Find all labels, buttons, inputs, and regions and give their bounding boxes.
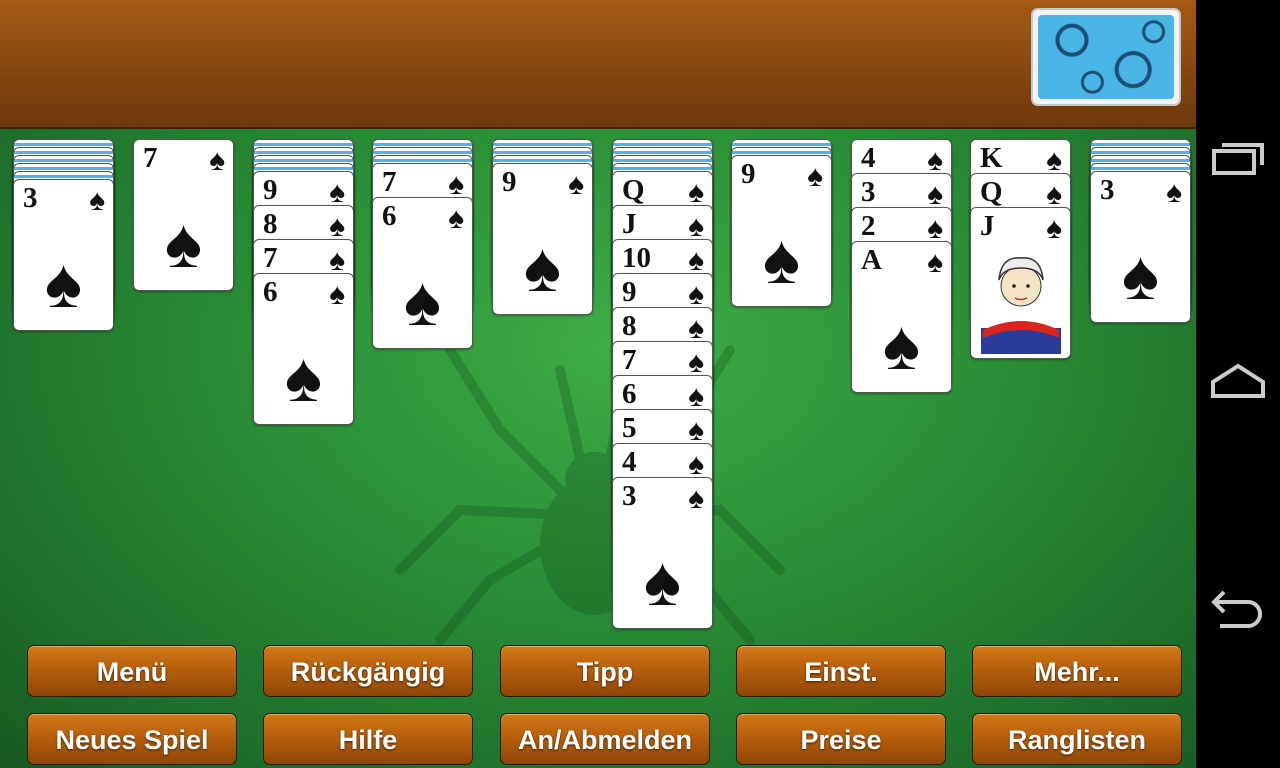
spade-icon: ♠ [688,312,704,345]
spade-icon: ♠ [448,168,464,201]
playing-card[interactable]: 6 ♠ ♠ [372,197,473,349]
spade-icon: ♠ [927,246,943,279]
spade-icon: ♠ [688,244,704,277]
spade-icon: ♠ [568,168,584,201]
spider-watermark [395,345,785,645]
game-area: 3 ♠ ♠ 7 ♠ ♠ 9 ♠ 8 ♠ 7 ♠ 6 ♠ ♠ 7 ♠ 6 ♠ ♠ 9 ♠ ♠ Q ♠ J ♠ 10 ♠ 9 ♠ 8 ♠ 7 ♠ 6 ♠ 5 ♠… [0,0,1196,768]
card-rank: K [980,142,1003,174]
spade-icon: ♠ [643,542,682,620]
spade-icon: ♠ [1121,236,1160,314]
help-button[interactable]: Hilfe [263,713,473,765]
card-rank: 3 [1100,174,1115,206]
card-rank: 9 [741,158,756,190]
spade-icon: ♠ [44,244,83,322]
spade-icon: ♠ [1046,178,1062,211]
leaderboards-button[interactable]: Ranglisten [972,713,1182,765]
spade-icon: ♠ [688,414,704,447]
back-icon[interactable] [1208,580,1268,630]
prices-button[interactable]: Preise [736,713,946,765]
spade-icon: ♠ [403,262,442,340]
spade-icon: ♠ [688,482,704,515]
spade-icon: ♠ [329,210,345,243]
card-rank: 7 [382,166,397,198]
spade-icon: ♠ [688,210,704,243]
card-rank: 6 [622,378,637,410]
spade-icon: ♠ [688,448,704,481]
stock-pile[interactable] [1031,8,1181,106]
spade-icon: ♠ [927,178,943,211]
card-rank: 2 [861,210,876,242]
card-rank: 10 [622,242,651,274]
spade-icon: ♠ [1046,144,1062,177]
card-rank: 8 [263,208,278,240]
playing-card[interactable]: 6 ♠ ♠ [253,273,354,425]
spade-icon: ♠ [1046,212,1062,245]
card-rank: 3 [622,480,637,512]
settings-button[interactable]: Einst. [736,645,946,697]
spade-icon: ♠ [762,220,801,298]
home-icon[interactable] [1208,358,1268,408]
more-button[interactable]: Mehr... [972,645,1182,697]
card-rank: J [980,210,995,242]
playing-card[interactable]: J ♠ [970,207,1071,359]
card-rank: Q [980,176,1003,208]
card-rank: 9 [263,174,278,206]
card-rank: 3 [861,176,876,208]
spade-icon: ♠ [1166,176,1182,209]
card-rank: 9 [622,276,637,308]
card-back-pattern [1038,15,1174,99]
playing-card[interactable]: A ♠ ♠ [851,241,952,393]
sign-in-out-button[interactable]: An/Abmelden [500,713,710,765]
spade-icon: ♠ [882,306,921,384]
spade-icon: ♠ [284,338,323,416]
card-rank: 3 [23,182,38,214]
android-nav-bar [1196,0,1280,768]
jack-portrait [981,257,1061,354]
recent-apps-icon[interactable] [1208,135,1268,185]
spade-icon: ♠ [927,212,943,245]
menu-button[interactable]: Menü [27,645,237,697]
card-rank: A [861,244,882,276]
spade-icon: ♠ [164,204,203,282]
card-rank: 5 [622,412,637,444]
playing-card[interactable]: 3 ♠ ♠ [13,179,114,331]
card-rank: 4 [622,446,637,478]
spade-icon: ♠ [688,380,704,413]
spade-icon: ♠ [807,160,823,193]
spade-icon: ♠ [329,244,345,277]
spade-icon: ♠ [523,228,562,306]
spade-icon: ♠ [209,144,225,177]
new-game-button[interactable]: Neues Spiel [27,713,237,765]
card-rank: Q [622,174,645,206]
playing-card[interactable]: 9 ♠ ♠ [731,155,832,307]
card-rank: 6 [263,276,278,308]
spade-icon: ♠ [688,176,704,209]
playing-card[interactable]: 3 ♠ ♠ [612,477,713,629]
spade-icon: ♠ [89,184,105,217]
playing-card[interactable]: 9 ♠ ♠ [492,163,593,315]
spade-icon: ♠ [688,278,704,311]
spade-icon: ♠ [927,144,943,177]
hint-button[interactable]: Tipp [500,645,710,697]
card-rank: 9 [502,166,517,198]
card-rank: 8 [622,310,637,342]
card-rank: 7 [622,344,637,376]
card-rank: 7 [263,242,278,274]
card-rank: 4 [861,142,876,174]
undo-button[interactable]: Rückgängig [263,645,473,697]
spade-icon: ♠ [329,278,345,311]
spade-icon: ♠ [329,176,345,209]
playing-card[interactable]: 3 ♠ ♠ [1090,171,1191,323]
card-rank: 6 [382,200,397,232]
spade-icon: ♠ [448,202,464,235]
playing-card[interactable]: 7 ♠ ♠ [133,139,234,291]
card-rank: 7 [143,142,158,174]
spade-icon: ♠ [688,346,704,379]
top-bar [0,0,1196,129]
card-rank: J [622,208,637,240]
